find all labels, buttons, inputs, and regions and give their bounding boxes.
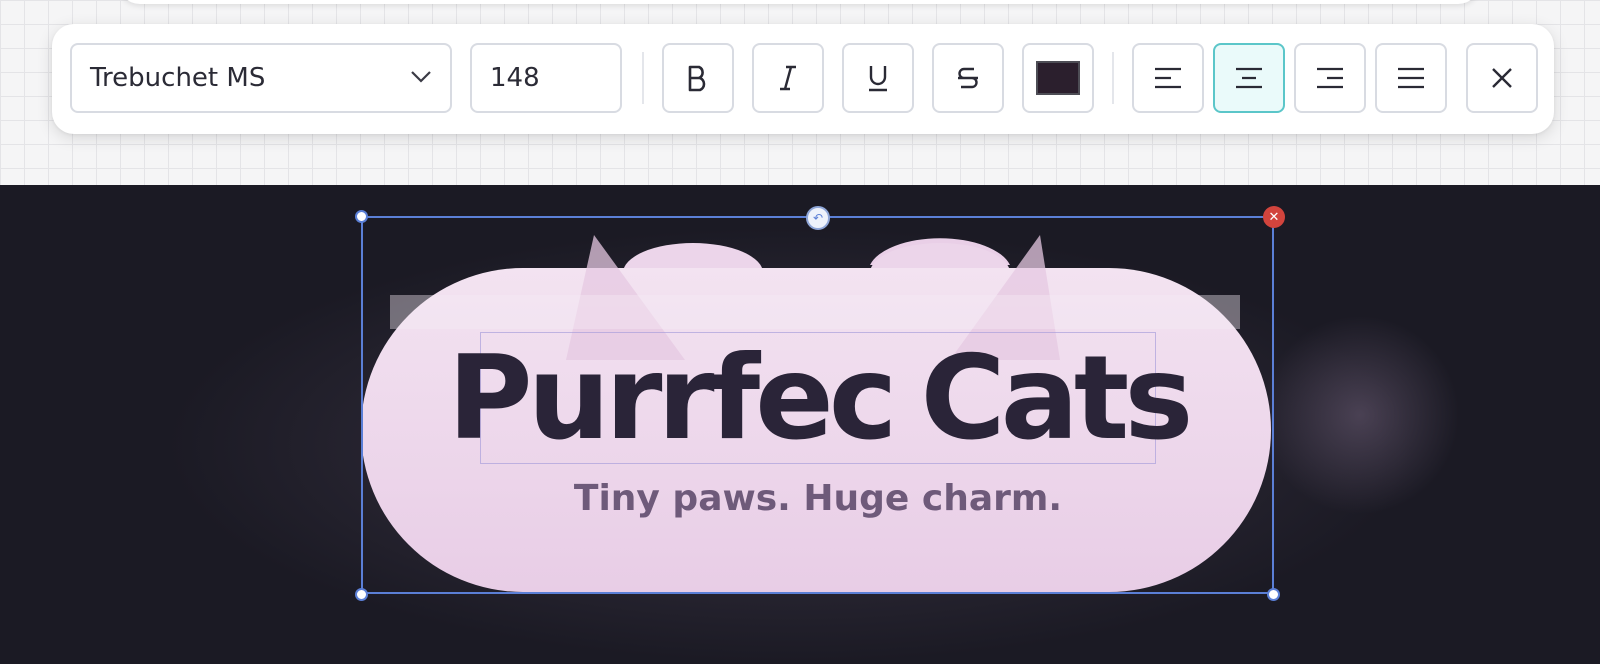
close-toolbar-button[interactable]	[1466, 43, 1538, 113]
headline-text-part1: Purrfec	[447, 330, 898, 466]
resize-handle-bottom-right[interactable]	[1267, 588, 1280, 601]
toolbar-divider	[1112, 52, 1114, 104]
align-right-button[interactable]	[1294, 43, 1366, 113]
align-center-button[interactable]	[1213, 43, 1285, 113]
tagline-text[interactable]: Tiny paws. Huge charm.	[480, 478, 1156, 519]
font-family-value: Trebuchet MS	[90, 63, 266, 93]
toolbar-divider	[642, 52, 644, 104]
align-center-icon	[1234, 66, 1264, 90]
rotate-icon: ↶	[812, 211, 824, 225]
font-size-input[interactable]	[470, 43, 622, 113]
rotate-handle[interactable]: ↶	[806, 206, 830, 230]
underline-button[interactable]	[842, 43, 914, 113]
italic-button[interactable]	[752, 43, 824, 113]
italic-icon	[776, 64, 800, 92]
headline-text-box[interactable]: Purrfec Cats	[448, 331, 1194, 466]
resize-handle-bottom-left[interactable]	[355, 588, 368, 601]
align-left-icon	[1153, 66, 1183, 90]
background-glow-spot	[1260, 315, 1460, 515]
strikethrough-button[interactable]	[932, 43, 1004, 113]
underline-icon	[866, 63, 890, 93]
align-left-button[interactable]	[1132, 43, 1204, 113]
text-color-swatch	[1036, 61, 1080, 95]
top-panel-card	[118, 0, 1480, 4]
strikethrough-icon	[955, 64, 981, 92]
resize-handle-top-left[interactable]	[355, 210, 368, 223]
bold-icon	[685, 64, 711, 92]
delete-element-button[interactable]: ✕	[1263, 206, 1285, 228]
text-format-toolbar: Trebuchet MS	[52, 24, 1554, 134]
align-justify-icon	[1396, 66, 1426, 90]
chevron-down-icon	[410, 69, 432, 88]
align-right-icon	[1315, 66, 1345, 90]
headline-text-part2: Cats	[920, 330, 1194, 466]
align-justify-button[interactable]	[1375, 43, 1447, 113]
font-family-select[interactable]: Trebuchet MS	[70, 43, 452, 113]
close-icon	[1490, 66, 1514, 90]
close-icon: ✕	[1268, 209, 1280, 225]
bold-button[interactable]	[662, 43, 734, 113]
text-color-button[interactable]	[1022, 43, 1094, 113]
